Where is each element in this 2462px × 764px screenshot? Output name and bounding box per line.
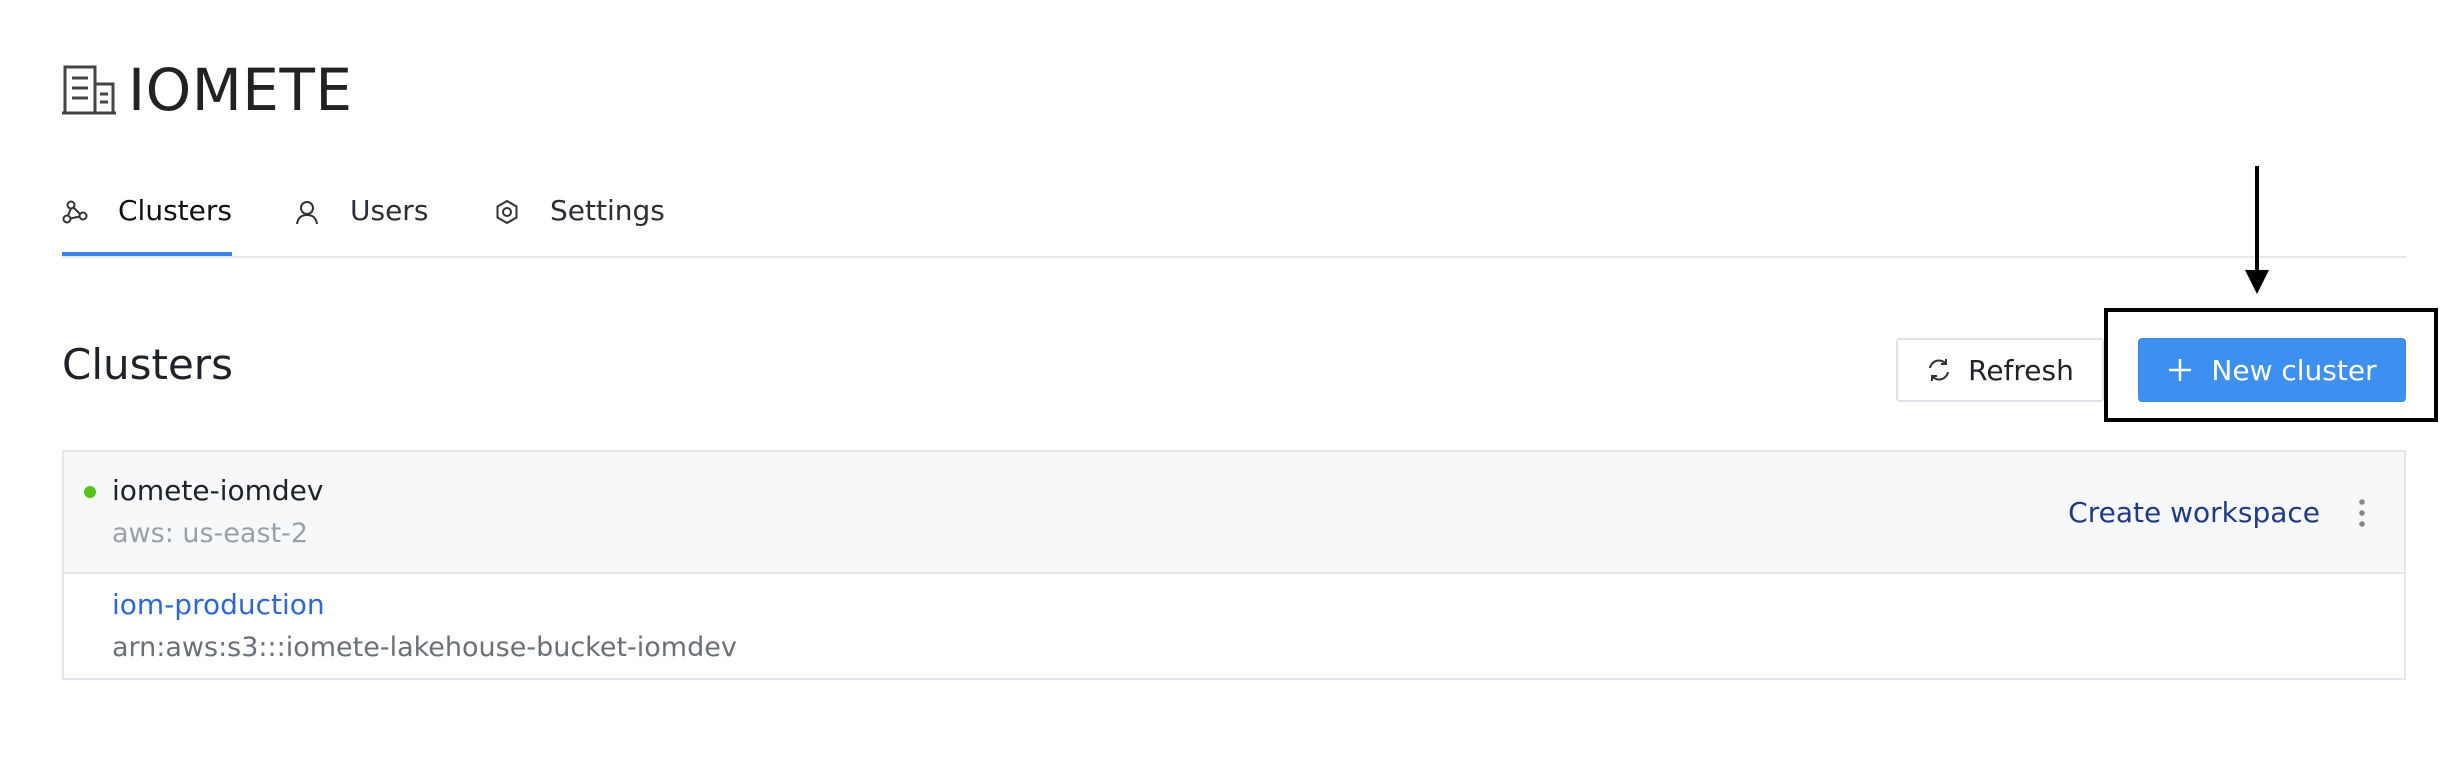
highlight-box [2104,308,2438,422]
tab-clusters[interactable]: Clusters [62,180,232,256]
workspace-row: iom-production arn:aws:s3:::iomete-lakeh… [64,574,2404,680]
tab-bar: Clusters Users Settings [62,180,2406,258]
more-vertical-icon[interactable] [2356,498,2368,528]
refresh-button[interactable]: Refresh [1896,338,2104,402]
building-icon [62,65,116,115]
arrow-annotation [2245,166,2269,294]
app-title: IOMETE [128,56,353,124]
page-title: Clusters [62,340,233,389]
cluster-icon [62,200,88,224]
page: IOMETE Clusters Users Settings Clusters … [0,0,2462,764]
status-indicator [84,486,96,498]
tab-label: Settings [550,194,665,227]
workspace-link[interactable]: iom-production [112,588,325,621]
tab-users[interactable]: Users [294,180,428,256]
tab-label: Users [350,194,429,227]
app-header: IOMETE [62,56,353,124]
user-icon [296,201,318,225]
tab-settings[interactable]: Settings [494,180,665,256]
cluster-row: iomete-iomdev aws: us-east-2 Create work… [64,452,2404,574]
cluster-region: aws: us-east-2 [112,518,309,549]
create-workspace-link[interactable]: Create workspace [2068,496,2320,529]
gear-icon [496,199,518,225]
tab-label: Clusters [118,194,232,227]
workspace-bucket: arn:aws:s3:::iomete-lakehouse-bucket-iom… [112,632,737,663]
cluster-card: iomete-iomdev aws: us-east-2 Create work… [62,450,2406,680]
refresh-label: Refresh [1968,353,2074,387]
refresh-icon [1929,359,1950,381]
cluster-name: iomete-iomdev [112,474,324,507]
